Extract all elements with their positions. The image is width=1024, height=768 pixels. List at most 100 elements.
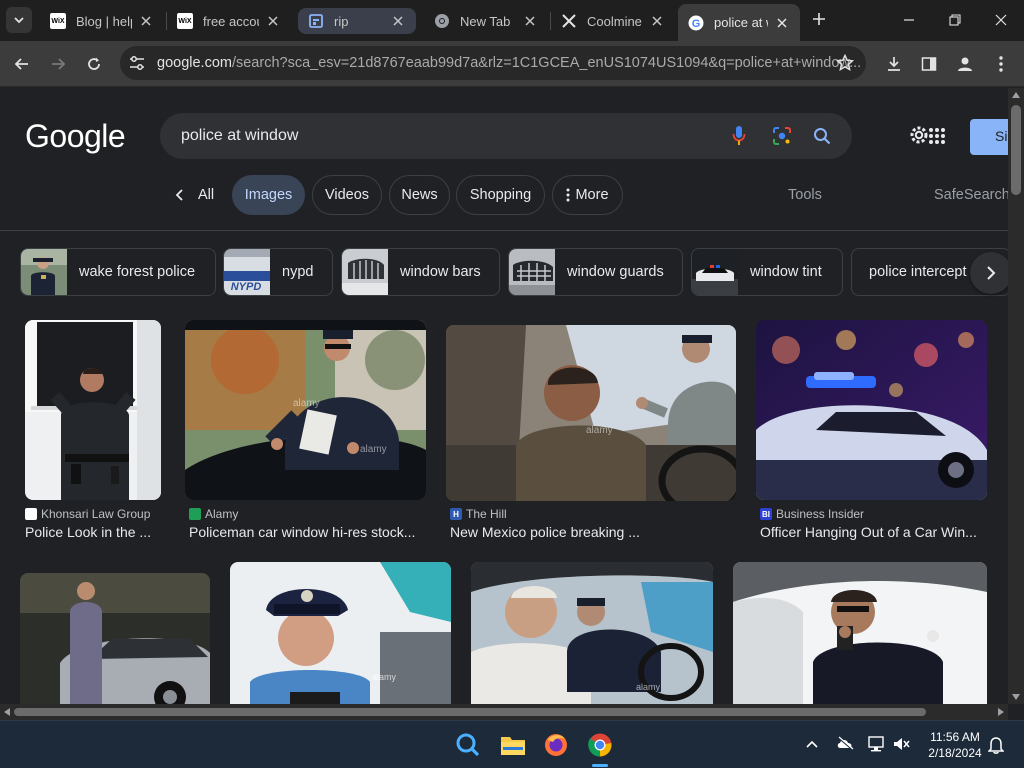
result-image[interactable] — [756, 320, 987, 500]
menu-button[interactable] — [986, 49, 1016, 79]
onedrive-offline-icon[interactable] — [836, 736, 854, 750]
result-caption[interactable]: Police Look in the ... — [25, 524, 151, 540]
result-image[interactable] — [20, 573, 210, 704]
close-icon[interactable] — [649, 13, 665, 29]
tab-coolmine[interactable]: Coolmine — [551, 6, 675, 36]
close-window-button[interactable] — [978, 0, 1024, 40]
browser-toolbar: google.com/search?sca_esv=21d8767eaab99d… — [0, 41, 1024, 87]
clock-time: 11:56 AM — [930, 730, 980, 744]
tab-free-account[interactable]: WiX free accou — [167, 6, 291, 36]
profile-button[interactable] — [950, 49, 980, 79]
tab-search-button[interactable] — [6, 7, 32, 33]
close-icon[interactable] — [138, 13, 154, 29]
site-info-icon[interactable] — [128, 54, 146, 72]
result-caption[interactable]: Policeman car window hi-res stock... — [189, 524, 415, 540]
tab-new-tab[interactable]: New Tab — [424, 6, 548, 36]
taskbar-clock[interactable]: 11:56 AM 2/18/2024 — [922, 729, 988, 761]
tab-shopping[interactable]: Shopping — [456, 175, 545, 215]
vertical-scrollbar[interactable] — [1008, 88, 1024, 704]
firefox-icon — [545, 734, 567, 756]
tab-blog[interactable]: WiX Blog | help — [40, 6, 164, 36]
reload-button[interactable] — [79, 49, 109, 79]
tab-more[interactable]: More — [552, 175, 623, 215]
close-icon[interactable] — [774, 15, 790, 31]
search-box[interactable]: police at window — [160, 113, 852, 159]
new-tab-button[interactable] — [808, 8, 830, 30]
site-icon — [308, 13, 324, 29]
related-chip-window-bars[interactable]: window bars — [341, 248, 500, 296]
related-chip-wake-forest-police[interactable]: wake forest police — [20, 248, 216, 296]
related-next-button[interactable] — [970, 252, 1008, 294]
close-icon — [995, 14, 1007, 26]
address-bar[interactable]: google.com/search?sca_esv=21d8767eaab99d… — [120, 46, 866, 80]
scroll-left-arrow-icon[interactable] — [4, 708, 10, 716]
result-image[interactable] — [25, 320, 161, 500]
bookmark-star-icon[interactable] — [835, 53, 855, 77]
tab-news[interactable]: News — [389, 175, 450, 215]
result-source[interactable]: BI Business Insider — [760, 507, 864, 521]
related-chip-nypd[interactable]: NYPD nypd — [223, 248, 333, 296]
horizontal-scrollbar[interactable] — [0, 704, 1008, 720]
scroll-down-arrow-icon[interactable] — [1012, 694, 1020, 700]
settings-gear-icon[interactable] — [908, 124, 930, 151]
result-source[interactable]: H The Hill — [450, 507, 507, 521]
lens-icon[interactable] — [771, 125, 793, 147]
related-chip-window-guards[interactable]: window guards — [508, 248, 683, 296]
forward-button[interactable] — [43, 49, 73, 79]
scroll-right-arrow-icon[interactable] — [998, 708, 1004, 716]
taskbar-firefox[interactable] — [540, 729, 572, 761]
tab-rip[interactable]: rip — [298, 8, 416, 34]
result-image[interactable]: alamy alamy — [185, 320, 426, 500]
microphone-icon[interactable] — [728, 125, 750, 147]
taskbar-search-button[interactable] — [452, 729, 484, 761]
related-chip-window-tint[interactable]: window tint — [691, 248, 843, 296]
search-icon[interactable] — [811, 125, 833, 147]
back-button[interactable] — [7, 49, 37, 79]
result-image[interactable]: alamy — [471, 562, 713, 704]
nav-all[interactable]: All — [174, 175, 214, 215]
chevron-up-icon[interactable] — [806, 740, 818, 748]
tab-police-at-window[interactable]: G police at w — [678, 4, 800, 41]
close-icon[interactable] — [390, 13, 406, 29]
tab-shopping-label: Shopping — [469, 187, 532, 203]
scroll-up-arrow-icon[interactable] — [1012, 92, 1020, 98]
wix-logo-text: WiX — [177, 13, 193, 29]
result-image[interactable]: alamy — [230, 562, 451, 704]
more-vertical-icon — [999, 56, 1003, 72]
horizontal-scrollbar-thumb[interactable] — [14, 708, 926, 716]
business-insider-favicon-icon: BI — [760, 508, 772, 520]
network-icon[interactable] — [868, 736, 886, 752]
vertical-scrollbar-thumb[interactable] — [1011, 105, 1021, 195]
minimize-button[interactable] — [886, 0, 932, 40]
result-image[interactable] — [733, 562, 987, 704]
side-panel-icon — [921, 57, 937, 71]
notification-bell-icon[interactable] — [988, 736, 1004, 754]
result-caption[interactable]: New Mexico police breaking ... — [450, 524, 640, 540]
tab-title: Blog | help — [76, 13, 132, 29]
taskbar-chrome[interactable] — [584, 729, 616, 767]
close-icon[interactable] — [522, 13, 538, 29]
taskbar-file-explorer[interactable] — [497, 729, 529, 761]
tab-title: free accou — [203, 13, 259, 29]
result-caption[interactable]: Officer Hanging Out of a Car Win... — [760, 524, 977, 540]
alamy-watermark: alamy — [636, 682, 661, 692]
result-source[interactable]: Alamy — [189, 507, 238, 521]
result-source[interactable]: Khonsari Law Group — [25, 507, 150, 521]
volume-muted-icon[interactable] — [893, 736, 911, 752]
downloads-button[interactable] — [879, 49, 909, 79]
tab-videos[interactable]: Videos — [312, 175, 382, 215]
google-logo[interactable]: Google — [25, 118, 126, 155]
search-input[interactable]: police at window — [181, 127, 298, 145]
wix-logo-text: WiX — [50, 13, 66, 29]
close-icon[interactable] — [265, 13, 281, 29]
google-apps-icon[interactable] — [928, 127, 946, 150]
side-panel-button[interactable] — [914, 49, 944, 79]
tab-images[interactable]: Images — [232, 175, 305, 215]
sign-in-button[interactable]: Si — [970, 119, 1008, 155]
download-icon — [888, 57, 900, 71]
tools-button[interactable]: Tools — [788, 187, 822, 203]
maximize-button[interactable] — [932, 0, 978, 40]
wix-icon: WiX — [177, 13, 193, 29]
safesearch-button[interactable]: SafeSearch — [934, 187, 1008, 203]
result-image[interactable]: alamy — [446, 325, 736, 501]
